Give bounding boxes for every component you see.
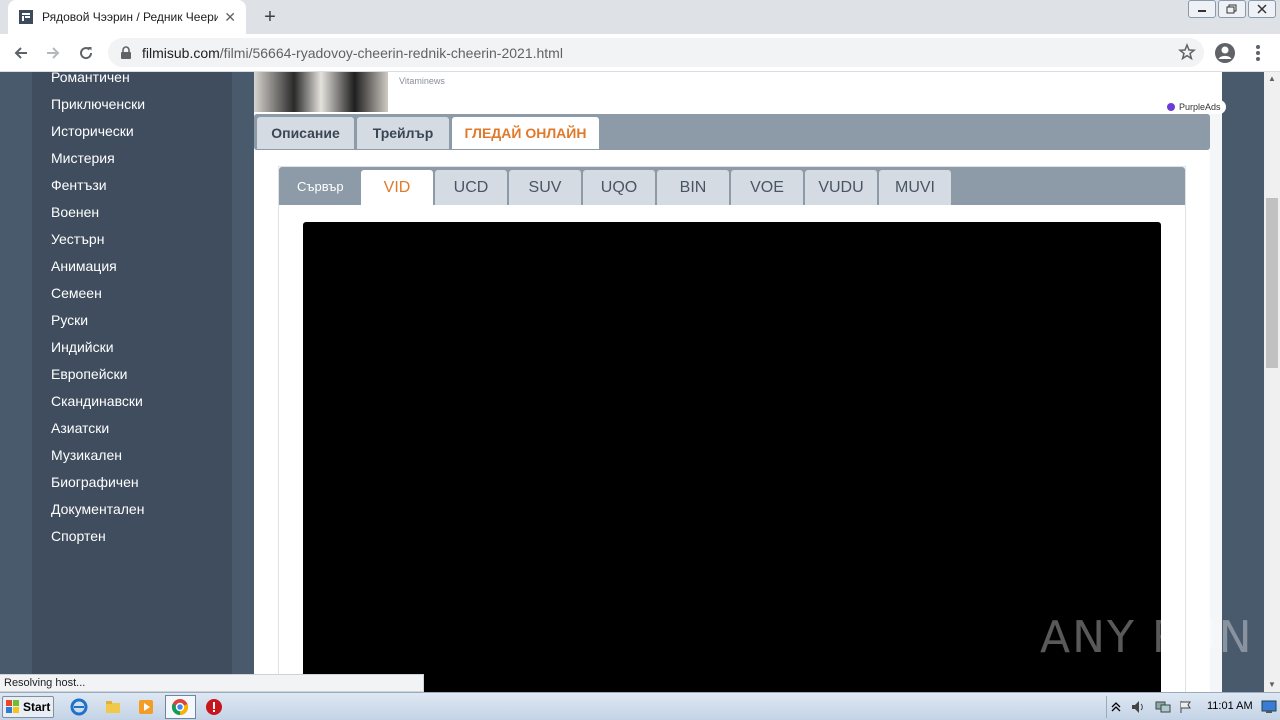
server-tab-muvi[interactable]: MUVI: [879, 170, 951, 205]
new-tab-button[interactable]: +: [258, 5, 282, 29]
media-player-icon[interactable]: [137, 698, 155, 716]
sidebar-genre-item[interactable]: Индийски: [51, 339, 145, 366]
ad-badge[interactable]: PurpleAds: [1162, 100, 1226, 114]
server-label: Сървър: [297, 179, 344, 194]
show-desktop-icon[interactable]: [1261, 700, 1277, 714]
reload-icon[interactable]: [75, 42, 97, 64]
action-center-flag-icon[interactable]: [1179, 700, 1193, 714]
back-icon[interactable]: [10, 42, 32, 64]
browser-toolbar: filmisub.com/filmi/56664-ryadovoy-cheeri…: [0, 34, 1280, 72]
scroll-down-icon[interactable]: ▼: [1264, 678, 1280, 692]
sidebar-genre-item[interactable]: Спортен: [51, 528, 145, 555]
windows-taskbar: Start 11:01 AM: [0, 692, 1280, 720]
bookmark-star-icon[interactable]: [1178, 43, 1196, 61]
tab-trailer[interactable]: Трейлър: [357, 117, 449, 149]
sidebar-genre-item[interactable]: Военен: [51, 204, 145, 231]
content-tabs: Описание Трейлър ГЛЕДАЙ ОНЛАЙН: [254, 114, 1210, 150]
tab-watch-online[interactable]: ГЛЕДАЙ ОНЛАЙН: [452, 117, 599, 149]
ad-thumbnail[interactable]: [254, 72, 388, 112]
server-tab-uqo[interactable]: UQO: [583, 170, 655, 205]
server-tab-vid[interactable]: VID: [361, 170, 433, 205]
chrome-icon: [171, 699, 189, 716]
watch-panel: Сървър VID UCD SUV UQO BIN VOE VUDU MUVI: [254, 150, 1210, 692]
network-icon[interactable]: [1155, 700, 1171, 714]
taskbar-clock[interactable]: 11:01 AM: [1207, 700, 1253, 712]
server-tab-ucd[interactable]: UCD: [435, 170, 507, 205]
video-player[interactable]: [303, 222, 1161, 692]
sidebar-genre-item[interactable]: Фентъзи: [51, 177, 145, 204]
windows-flag-icon: [6, 700, 19, 713]
sidebar-genre-item[interactable]: Анимация: [51, 258, 145, 285]
start-button[interactable]: Start: [2, 696, 54, 718]
sidebar-genre-item[interactable]: Исторически: [51, 123, 145, 150]
browser-tab[interactable]: Рядовой Чээрин / Редник Чеерин ( ✕: [8, 0, 246, 34]
sidebar-genre-item[interactable]: Документален: [51, 501, 145, 528]
sidebar-genre-item[interactable]: Азиатски: [51, 420, 145, 447]
internet-explorer-icon[interactable]: [70, 698, 88, 716]
ad-badge-label: PurpleAds: [1179, 102, 1221, 112]
lock-icon[interactable]: [120, 45, 132, 60]
genre-list: Романтичен Приключенски Исторически Мистери…: [51, 72, 145, 555]
purple-dot-icon: [1167, 103, 1175, 111]
server-tab-bin[interactable]: BIN: [657, 170, 729, 205]
sidebar-genre-item[interactable]: Романтичен: [51, 72, 145, 96]
tab-title: Рядовой Чээрин / Редник Чеерин (: [42, 10, 218, 24]
browser-menu-icon[interactable]: [1250, 42, 1266, 64]
stop-icon[interactable]: [205, 698, 223, 716]
scroll-up-icon[interactable]: ▲: [1264, 72, 1280, 86]
sidebar-genre-item[interactable]: Европейски: [51, 366, 145, 393]
sidebar-genre-item[interactable]: Музикален: [51, 447, 145, 474]
status-bubble: Resolving host...: [0, 674, 424, 692]
server-tab-bar: Сървър VID UCD SUV UQO BIN VOE VUDU MUVI: [279, 167, 1185, 205]
tray-expand-icon[interactable]: [1111, 701, 1121, 713]
anyrun-watermark: ANY RUN: [1040, 612, 1254, 663]
system-tray: 11:01 AM: [1106, 696, 1280, 718]
sidebar-genre-item[interactable]: Семеен: [51, 285, 145, 312]
sidebar-genre-item[interactable]: Приключенски: [51, 96, 145, 123]
sidebar-genre-item[interactable]: Мистерия: [51, 150, 145, 177]
page-scrollbar[interactable]: ▲ ▼: [1264, 72, 1280, 692]
ad-banner[interactable]: Vitaminews: [254, 72, 1222, 114]
address-bar[interactable]: filmisub.com/filmi/56664-ryadovoy-cheeri…: [108, 38, 1204, 67]
ad-source[interactable]: Vitaminews: [399, 76, 445, 86]
start-label: Start: [23, 700, 51, 714]
sidebar-genre-item[interactable]: Руски: [51, 312, 145, 339]
server-tab-vudu[interactable]: VUDU: [805, 170, 877, 205]
volume-icon[interactable]: [1131, 700, 1147, 714]
sidebar-genre-item[interactable]: Скандинавски: [51, 393, 145, 420]
window-controls: [1186, 0, 1276, 18]
close-tab-icon[interactable]: ✕: [224, 9, 236, 26]
server-tab-voe[interactable]: VOE: [731, 170, 803, 205]
url-text: filmisub.com/filmi/56664-ryadovoy-cheeri…: [142, 44, 563, 61]
close-window-button[interactable]: [1248, 0, 1276, 18]
browser-titlebar: Рядовой Чээрин / Редник Чеерин ( ✕ +: [0, 0, 1280, 34]
profile-avatar-icon[interactable]: [1214, 42, 1236, 64]
main-content: Vitaminews PurpleAds Описание Трейлър ГЛ…: [254, 72, 1226, 692]
sidebar-genre-item[interactable]: Уестърн: [51, 231, 145, 258]
scroll-thumb[interactable]: [1266, 198, 1278, 368]
site-favicon-icon: [19, 10, 33, 24]
minimize-button[interactable]: [1188, 0, 1216, 18]
server-tab-suv[interactable]: SUV: [509, 170, 581, 205]
tab-description[interactable]: Описание: [257, 117, 354, 149]
page-viewport: Романтичен Приключенски Исторически Мистери…: [0, 72, 1264, 692]
forward-icon[interactable]: [42, 42, 64, 64]
restore-button[interactable]: [1218, 0, 1246, 18]
sidebar-genre-item[interactable]: Биографичен: [51, 474, 145, 501]
file-explorer-icon[interactable]: [104, 698, 122, 716]
